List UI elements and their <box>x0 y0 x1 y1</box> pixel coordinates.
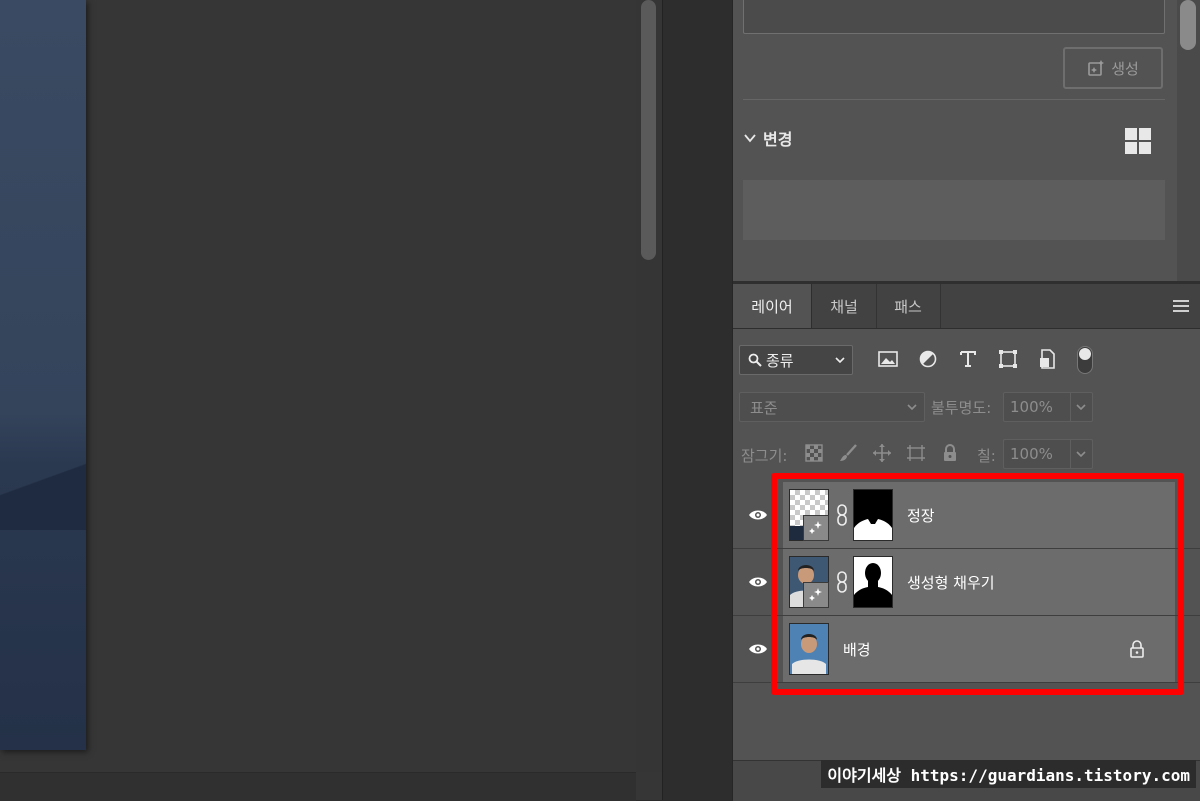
lock-all-icon[interactable] <box>939 442 961 464</box>
document-image[interactable] <box>0 0 86 750</box>
variations-section-toggle[interactable]: 변경 <box>743 126 792 150</box>
visibility-eye-icon[interactable] <box>733 616 783 682</box>
adjustment-filter-icon[interactable] <box>915 346 941 372</box>
tab-channels[interactable]: 채널 <box>812 284 877 328</box>
canvas-horizontal-scrollbar[interactable] <box>0 772 636 801</box>
smart-object-filter-icon[interactable] <box>1035 346 1061 372</box>
lock-icons <box>803 442 961 464</box>
opacity-field[interactable]: 100% <box>1003 392 1093 422</box>
tab-paths-label: 패스 <box>894 297 922 316</box>
panel-menu-icon[interactable] <box>1173 300 1189 312</box>
type-filter-icon[interactable] <box>955 346 981 372</box>
layer-row[interactable]: 정장 <box>733 482 1200 549</box>
watermark: 이야기세상 https://guardians.tistory.com <box>821 760 1196 788</box>
generative-fill-panel: 생성 변경 <box>733 0 1177 282</box>
chevron-down-icon <box>907 404 917 411</box>
opacity-label: 불투명도: <box>931 399 992 417</box>
layer-kind-filter-select[interactable]: 종류 <box>739 345 853 375</box>
chevron-down-icon[interactable] <box>1069 440 1092 468</box>
layer-thumbnail[interactable] <box>789 556 829 608</box>
mask-link-icon[interactable] <box>836 503 848 527</box>
variations-area <box>743 180 1165 240</box>
layers-list: 정장 생성형 채우기 배경 <box>733 482 1200 683</box>
generate-icon <box>1088 60 1105 76</box>
layer-row[interactable]: 생성형 채우기 <box>733 549 1200 616</box>
layer-name[interactable]: 정장 <box>907 482 935 548</box>
lock-artboard-icon[interactable] <box>905 442 927 464</box>
tab-layers-label: 레이어 <box>751 297 793 316</box>
layers-panel-tabs: 레이어 채널 패스 <box>733 284 1200 329</box>
prompt-input[interactable] <box>743 0 1165 34</box>
layer-thumbnail[interactable] <box>789 623 829 675</box>
panel-scroll-thumb[interactable] <box>1180 0 1196 50</box>
blend-mode-select[interactable]: 표준 <box>739 392 925 422</box>
document-image-shading <box>0 440 86 530</box>
generative-fill-badge-icon <box>803 515 829 541</box>
fill-label: 칠: <box>977 447 996 465</box>
lock-transparent-pixels-icon[interactable] <box>803 442 825 464</box>
opacity-value: 100% <box>1010 398 1053 416</box>
layer-content[interactable]: 정장 <box>783 482 1175 548</box>
tab-layers[interactable]: 레이어 <box>733 284 812 328</box>
blend-mode-value: 표준 <box>750 398 778 417</box>
tab-channels-label: 채널 <box>830 297 858 316</box>
generate-button-label: 생성 <box>1111 59 1139 78</box>
grid-view-icon[interactable] <box>1125 128 1151 154</box>
layer-row[interactable]: 배경 <box>733 616 1200 683</box>
mask-link-icon[interactable] <box>836 570 848 594</box>
layer-thumbnail[interactable] <box>789 489 829 541</box>
layer-mask-thumbnail[interactable] <box>853 489 893 541</box>
canvas-vertical-scroll-thumb[interactable] <box>641 0 656 260</box>
tab-paths[interactable]: 패스 <box>876 284 941 328</box>
layer-name[interactable]: 생성형 채우기 <box>907 549 995 615</box>
chevron-down-icon <box>744 134 756 143</box>
generative-fill-badge-icon <box>803 582 829 608</box>
variations-header: 변경 <box>763 130 793 149</box>
generate-button[interactable]: 생성 <box>1063 47 1163 89</box>
layer-content[interactable]: 배경 <box>783 616 1175 682</box>
filter-toggle[interactable] <box>1077 346 1093 374</box>
panel-gutter <box>662 0 733 800</box>
layer-lock-icon[interactable] <box>1129 640 1145 658</box>
fill-field[interactable]: 100% <box>1003 439 1093 469</box>
visibility-eye-icon[interactable] <box>733 482 783 548</box>
divider <box>743 99 1165 100</box>
lock-label: 잠그기: <box>741 447 788 465</box>
chevron-down-icon <box>835 357 845 364</box>
lock-position-move-icon[interactable] <box>871 442 893 464</box>
canvas-area[interactable] <box>0 0 662 800</box>
lock-image-pixels-brush-icon[interactable] <box>837 442 859 464</box>
right-panel: 생성 변경 레이어 채널 패스 종류 표준 불투명도: 100% 잠그기: 칠:… <box>732 0 1200 801</box>
layer-content[interactable]: 생성형 채우기 <box>783 549 1175 615</box>
chevron-down-icon[interactable] <box>1069 393 1092 421</box>
kind-filter-label: 종류 <box>766 351 794 370</box>
fill-value: 100% <box>1010 445 1053 463</box>
layer-name[interactable]: 배경 <box>843 616 871 682</box>
layer-mask-thumbnail[interactable] <box>853 556 893 608</box>
search-icon <box>748 353 762 367</box>
shape-filter-icon[interactable] <box>995 346 1021 372</box>
filter-icons <box>875 346 1061 372</box>
image-filter-icon[interactable] <box>875 346 901 372</box>
visibility-eye-icon[interactable] <box>733 549 783 615</box>
